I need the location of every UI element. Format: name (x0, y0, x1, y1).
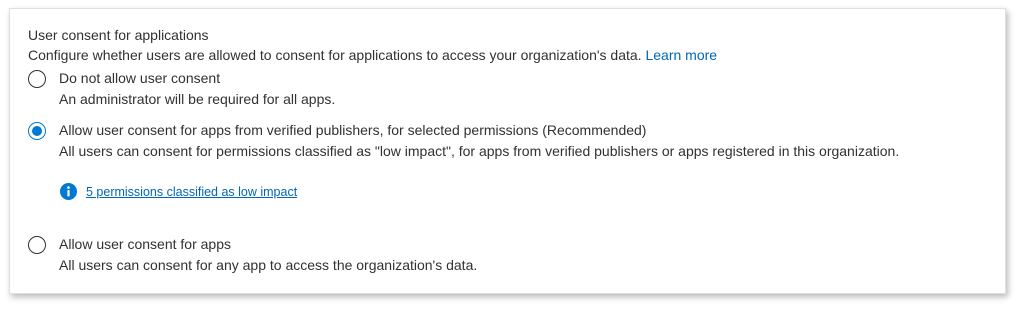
radio-selected-dot (32, 126, 42, 136)
radio-option-allow-all[interactable]: Allow user consent for apps All users ca… (28, 235, 477, 275)
learn-more-link[interactable]: Learn more (645, 47, 717, 63)
radio-button-do-not-allow[interactable] (28, 70, 46, 88)
low-impact-info-row: 5 permissions classified as low impact (60, 183, 297, 200)
user-consent-panel: User consent for applications Configure … (9, 8, 1006, 294)
info-icon (60, 183, 77, 200)
option-description: All users can consent for any app to acc… (59, 257, 478, 273)
section-title: User consent for applications (28, 27, 209, 43)
section-description-text: Configure whether users are allowed to c… (28, 47, 646, 63)
radio-option-do-not-allow[interactable]: Do not allow user consent An administrat… (28, 69, 335, 109)
section-description: Configure whether users are allowed to c… (28, 46, 717, 64)
radio-button-allow-all[interactable] (28, 236, 46, 254)
low-impact-permissions-link[interactable]: 5 permissions classified as low impact (86, 185, 297, 199)
option-label: Allow user consent for apps (59, 236, 231, 252)
option-label: Do not allow user consent (59, 70, 221, 86)
option-description: All users can consent for permissions cl… (59, 143, 900, 159)
radio-button-verified-publishers[interactable] (28, 122, 46, 140)
option-description: An administrator will be required for al… (59, 91, 336, 107)
option-label: Allow user consent for apps from verifie… (59, 122, 647, 138)
radio-option-verified-publishers[interactable]: Allow user consent for apps from verifie… (28, 121, 899, 161)
